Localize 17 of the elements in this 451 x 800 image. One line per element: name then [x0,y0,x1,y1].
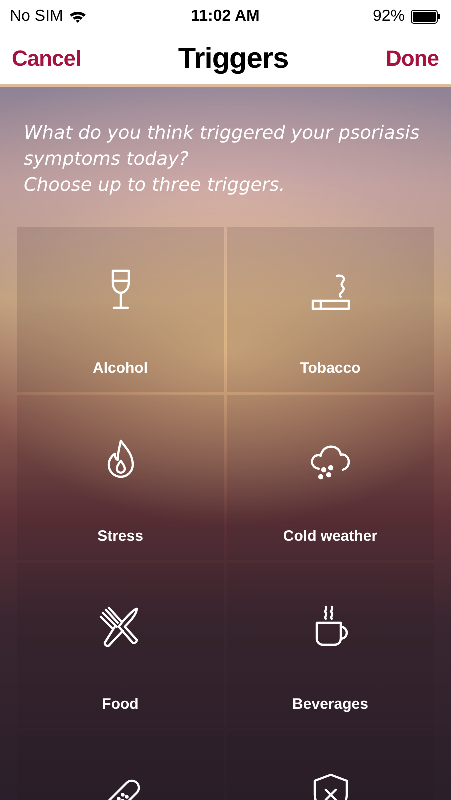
trigger-label: Cold weather [283,528,378,545]
done-button[interactable]: Done [386,46,439,72]
wifi-icon [69,10,88,24]
trigger-label: Beverages [292,696,368,713]
trigger-tile[interactable]: Cold weather [227,395,434,560]
carrier-label: No SIM [10,8,64,26]
screen-title: Triggers [178,42,289,76]
trigger-label: Stress [98,528,144,545]
battery-icon [411,10,441,24]
trigger-label: Food [102,696,139,713]
battery-percentage: 92% [372,8,405,26]
instruction-text: What do you think triggered your psoriasis symptoms today? Choose up to three triggers. [23,122,421,198]
cancel-button[interactable]: Cancel [12,46,82,72]
trigger-label: Alcohol [93,360,148,377]
trigger-label: Tobacco [300,360,361,377]
trigger-tile[interactable]: Stress [17,395,224,560]
clock-time: 11:02 AM [191,8,260,26]
